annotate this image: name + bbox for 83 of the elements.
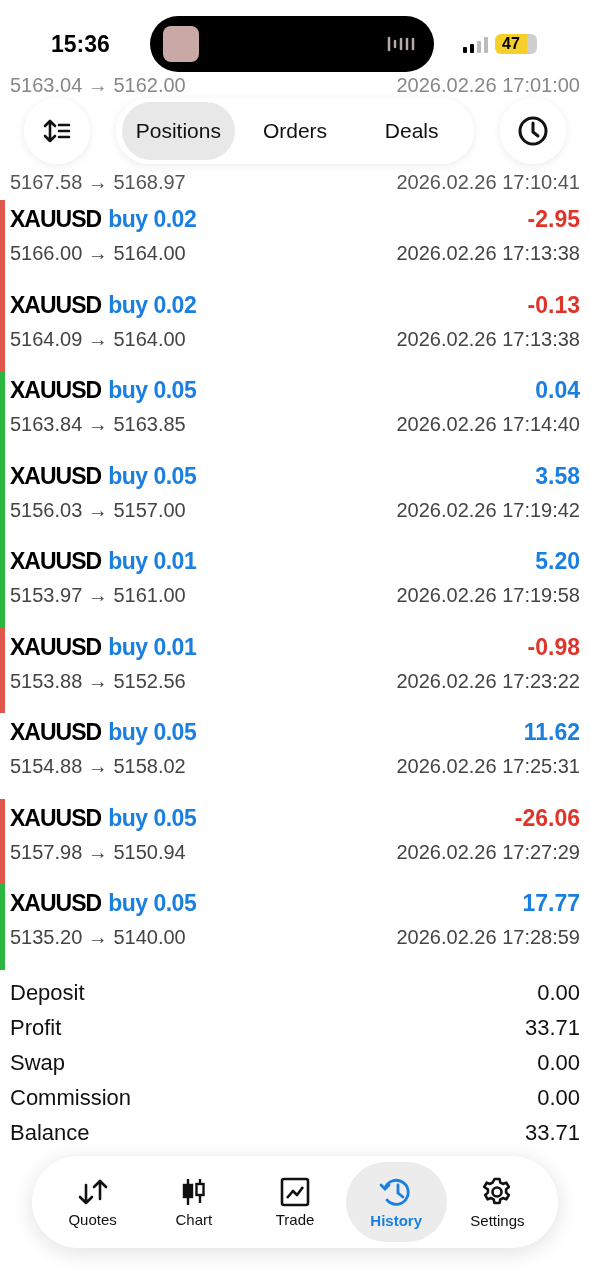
price-change: 5154.88 → 5158.02 <box>10 755 186 778</box>
deal-row[interactable]: XAUUSD buy 0.02 -2.95 5166.00 → 5164.00 2026.02.26 17:13:38 <box>0 200 590 286</box>
deal-profit: 3.58 <box>535 462 580 490</box>
deal-profit: -0.13 <box>527 291 580 319</box>
price-change: 5153.97 → 5161.00 <box>10 584 186 607</box>
header-tab[interactable]: Positions <box>122 102 235 160</box>
deal-row[interactable]: XAUUSD buy 0.05 -26.06 5157.98 → 5150.94 2026.02.26 17:27:29 <box>0 798 590 884</box>
deal-profit: -26.06 <box>514 804 580 832</box>
price-change: 5164.09 → 5164.00 <box>10 327 186 351</box>
price-change: 5166.00 → 5164.00 <box>10 242 186 265</box>
header-tab[interactable]: Deals <box>355 102 468 160</box>
deal-side-volume: buy 0.05 <box>108 890 197 917</box>
summary-label: Deposit <box>10 980 85 1006</box>
deal-symbol: XAUUSD <box>10 719 102 746</box>
deal-profit: 17.77 <box>522 890 580 917</box>
deal-row[interactable]: XAUUSD buy 0.05 11.62 5154.88 → 5158.02 2026.02.26 17:25:31 <box>0 713 590 799</box>
summary-label: Balance <box>10 1120 90 1146</box>
deal-symbol: XAUUSD <box>10 804 102 832</box>
app-thumbnail-icon <box>163 26 199 62</box>
deal-row[interactable]: XAUUSD buy 0.05 0.04 5163.84 → 5163.85 2026.02.26 17:14:40 <box>0 371 590 457</box>
deal-time: 2026.02.26 17:14:40 <box>396 413 580 436</box>
deal-side-volume: buy 0.05 <box>108 804 197 832</box>
tab-bar-item[interactable]: Chart <box>143 1162 245 1242</box>
deal-side-volume: buy 0.05 <box>108 719 197 746</box>
deal-time: 2026.02.26 17:01:00 <box>396 74 580 97</box>
clock-icon <box>517 115 549 147</box>
deal-symbol: XAUUSD <box>10 462 102 490</box>
deal-time: 2026.02.26 17:25:31 <box>396 755 580 778</box>
tab-bar-item[interactable]: Quotes <box>42 1162 144 1242</box>
deal-row[interactable]: XAUUSD buy 0.05 3.58 5156.03 → 5157.00 2026.02.26 17:19:42 <box>0 456 590 542</box>
deal-row[interactable]: XAUUSD buy 0.01 -0.98 5153.88 → 5152.56 2026.02.26 17:23:22 <box>0 627 590 713</box>
deal-row[interactable]: XAUUSD buy 0.05 17.77 5135.20 → 5140.00 2026.02.26 17:28:59 <box>0 884 590 970</box>
deal-symbol: XAUUSD <box>10 291 102 319</box>
tab-bar-item[interactable]: Settings <box>446 1162 548 1242</box>
price-change: 5156.03 → 5157.00 <box>10 498 186 522</box>
summary-value: 0.00 <box>537 1085 580 1111</box>
price-change: 5167.58 → 5168.97 <box>10 171 186 194</box>
deal-symbol: XAUUSD <box>10 377 102 404</box>
deal-side-volume: buy 0.02 <box>108 291 197 319</box>
deal-row[interactable]: XAUUSD buy 0.02 -0.13 5164.09 → 5164.00 2026.02.26 17:13:38 <box>0 285 590 371</box>
deal-side-volume: buy 0.05 <box>108 377 197 404</box>
price-change: 5157.98 → 5150.94 <box>10 840 186 864</box>
deal-time: 2026.02.26 17:19:42 <box>396 498 580 522</box>
price-change: 5135.20 → 5140.00 <box>10 926 186 949</box>
deal-profit: 0.04 <box>535 377 580 404</box>
summary-value: 33.71 <box>524 1015 580 1041</box>
header-tab[interactable]: Orders <box>238 102 352 160</box>
status-time: 15:36 <box>51 30 110 58</box>
deal-time: 2026.02.26 17:19:58 <box>396 584 580 607</box>
deal-time: 2026.02.26 17:13:38 <box>396 242 580 265</box>
summary-label: Profit <box>10 1015 62 1041</box>
line-chart-icon <box>280 1176 310 1207</box>
deal-profit: 5.20 <box>535 548 580 575</box>
summary-label: Commission <box>10 1085 132 1111</box>
deal-time: 2026.02.26 17:23:22 <box>396 669 580 693</box>
summary-label: Swap <box>10 1050 66 1076</box>
deal-profit: -0.98 <box>527 633 580 661</box>
deal-profit: 11.62 <box>523 719 580 746</box>
deal-symbol: XAUUSD <box>10 890 102 917</box>
deal-symbol: XAUUSD <box>10 206 102 233</box>
deal-profit: -2.95 <box>527 206 580 233</box>
summary-value: 0.00 <box>537 980 580 1006</box>
deal-row[interactable]: XAUUSD buy 0.01 5.20 5153.97 → 5161.00 2026.02.26 17:19:58 <box>0 542 590 628</box>
price-change: 5163.84 → 5163.85 <box>10 413 186 436</box>
waveform-icon <box>387 35 417 53</box>
deal-time: 2026.02.26 17:13:38 <box>396 327 580 351</box>
deal-symbol: XAUUSD <box>10 548 102 575</box>
sort-icon <box>43 118 71 144</box>
deal-time: 2026.02.26 17:27:29 <box>396 840 580 864</box>
signal-icon <box>463 37 489 53</box>
price-change: 5153.88 → 5152.56 <box>10 669 186 693</box>
summary-value: 0.00 <box>537 1050 580 1076</box>
deal-side-volume: buy 0.01 <box>108 548 197 575</box>
deal-side-volume: buy 0.01 <box>108 633 197 661</box>
deal-side-volume: buy 0.02 <box>108 206 197 233</box>
deal-symbol: XAUUSD <box>10 633 102 661</box>
deal-time: 2026.02.26 17:10:41 <box>396 171 580 194</box>
battery-level: 47 <box>495 34 537 54</box>
tab-bar-item[interactable]: Trade <box>244 1162 346 1242</box>
deal-side-volume: buy 0.05 <box>108 462 197 490</box>
deal-time: 2026.02.26 17:28:59 <box>396 926 580 949</box>
summary-value: 33.71 <box>524 1120 580 1146</box>
price-change: 5163.04 → 5162.00 <box>10 74 186 97</box>
